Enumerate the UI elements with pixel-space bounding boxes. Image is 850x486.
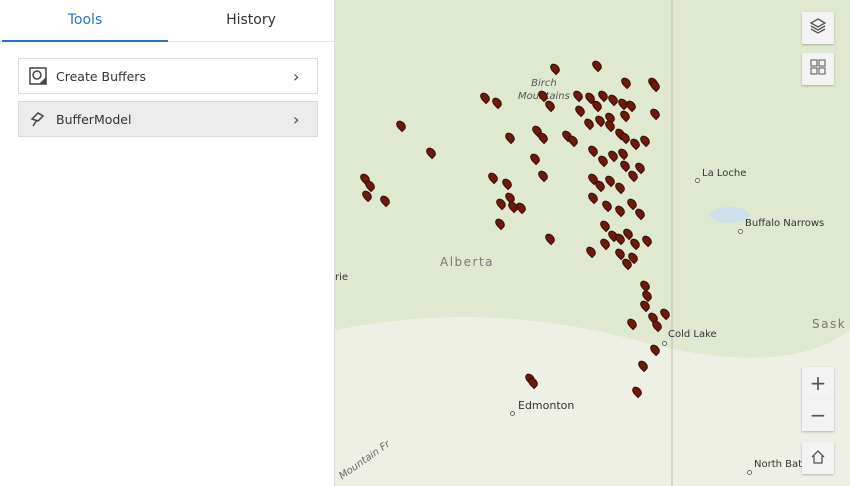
tab-bar: Tools History xyxy=(0,0,334,42)
layers-button[interactable] xyxy=(802,12,834,44)
map-label-edmonton: Edmonton xyxy=(518,399,575,412)
map-label-north-battleford: North Battl xyxy=(754,459,809,470)
buffer-model-label: BufferModel xyxy=(56,111,132,127)
create-buffers-label: Create Buffers xyxy=(56,68,146,84)
tab-tools[interactable]: Tools xyxy=(2,0,168,42)
create-buffers-item[interactable]: Create Buffers › xyxy=(18,58,318,94)
map-label-sask: Sask xyxy=(812,317,847,331)
map-view[interactable]: Birch Mountains Alberta Sask La Loche Bu… xyxy=(335,0,850,486)
zoom-out-icon: − xyxy=(809,403,827,427)
home-button[interactable] xyxy=(802,442,834,474)
city-dot xyxy=(738,229,743,234)
map-label-alberta: Alberta xyxy=(440,255,495,269)
buffer-map-icon xyxy=(28,66,48,86)
city-dot xyxy=(662,341,667,346)
zoom-in-icon: + xyxy=(809,371,827,395)
buffer-model-item[interactable]: BufferModel › xyxy=(18,101,318,137)
city-dot xyxy=(747,470,752,475)
chevron-right-icon: › xyxy=(293,66,300,86)
basemap-gallery-icon xyxy=(809,57,827,81)
hammer-tool-icon xyxy=(28,109,48,129)
map-background xyxy=(335,0,850,486)
chevron-right-icon: › xyxy=(293,109,300,129)
tools-panel: Tools History Create Buffers › BufferMod… xyxy=(0,0,335,486)
map-label-cold-lake: Cold Lake xyxy=(668,329,717,340)
map-label-buffalo-narrows: Buffalo Narrows xyxy=(745,218,825,229)
zoom-out-button[interactable]: − xyxy=(802,399,834,431)
city-dot xyxy=(510,411,515,416)
map-label-la-loche: La Loche xyxy=(702,168,747,179)
tab-history[interactable]: History xyxy=(168,0,334,41)
home-icon xyxy=(810,446,826,470)
zoom-in-button[interactable]: + xyxy=(802,367,834,399)
map-label-rie: rie xyxy=(335,272,349,283)
layers-icon xyxy=(809,16,827,40)
city-dot xyxy=(695,178,700,183)
basemap-gallery-button[interactable] xyxy=(802,53,834,85)
